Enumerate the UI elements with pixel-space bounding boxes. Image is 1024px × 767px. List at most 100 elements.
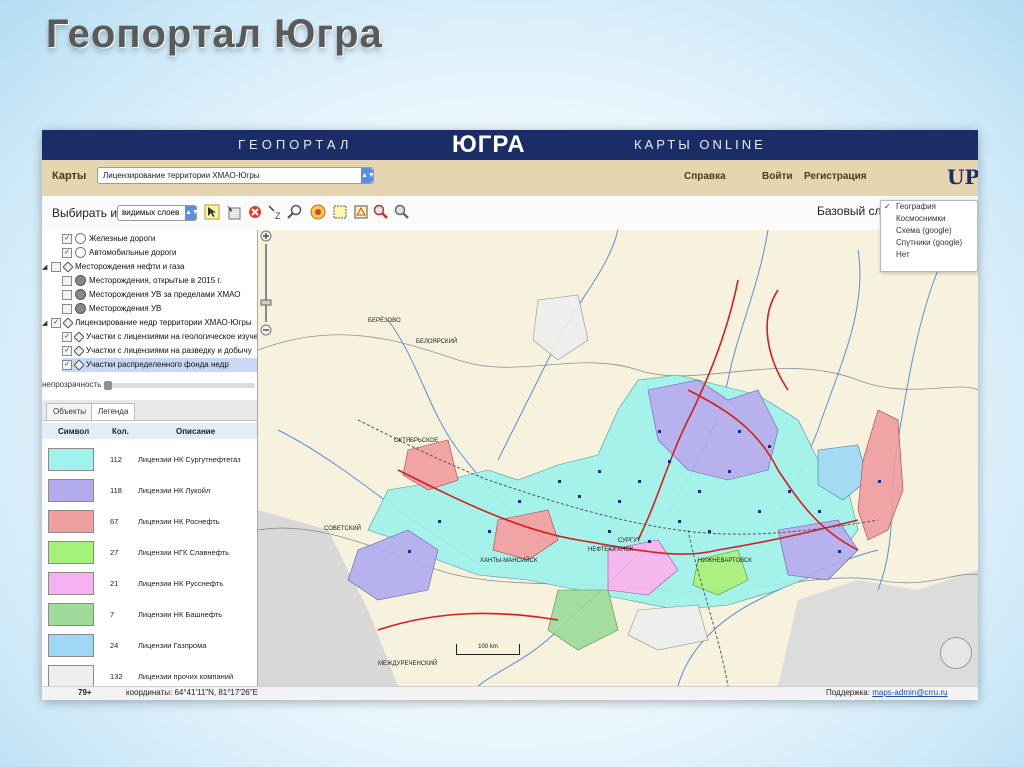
- toolbar: Выбирать из видимых слоев ▲▼ Z Базовый с…: [42, 196, 978, 231]
- expand-icon[interactable]: ◢: [42, 317, 51, 331]
- maps-label: Карты: [52, 170, 87, 182]
- legend-swatch: [48, 665, 94, 686]
- layer-distributed-fund[interactable]: ✓ Участки распределенного фонда недр: [62, 358, 257, 372]
- license-icon: [73, 331, 85, 343]
- zoom-in-magnifier-icon[interactable]: [287, 204, 303, 220]
- register-link[interactable]: Регистрация: [804, 171, 867, 182]
- layer-group-licensing[interactable]: ◢ ✓ Лицензирование недр территории ХМАО-Юг…: [42, 316, 252, 330]
- field-icon: [75, 275, 86, 287]
- legend-count: 67: [110, 517, 119, 526]
- brand-logo: UPH: [947, 165, 978, 189]
- city-label: НЕФТЕЮГАНСК: [588, 547, 634, 553]
- legend-header: Символ Кол. Описание: [42, 423, 257, 439]
- railway-icon: [75, 233, 86, 245]
- banner: ГЕОПОРТАЛ ЮГРА КАРТЫ ONLINE: [42, 130, 978, 160]
- base-layer-option-google-satellite[interactable]: Спутники (google): [881, 237, 977, 249]
- folder-icon: [62, 261, 74, 273]
- select-arrow-icon: ▲▼: [185, 206, 199, 220]
- rect-select-icon[interactable]: [332, 204, 348, 220]
- layer-railways[interactable]: ✓ Железные дороги: [62, 232, 155, 246]
- login-link[interactable]: Войти: [762, 171, 793, 182]
- layer-geo-study-licenses[interactable]: ✓ Участки с лицензиями на геологическое и…: [62, 330, 257, 344]
- base-layer-option-geography[interactable]: ✓ География: [881, 201, 977, 213]
- support-info: Поддержка: maps-admin@crru.ru: [826, 688, 947, 697]
- legend-row: 24 Лицензии Газпрома: [42, 628, 257, 659]
- checkbox[interactable]: [62, 289, 72, 300]
- measure-tool-icon[interactable]: [394, 204, 410, 220]
- layer-roads[interactable]: ✓ Автомобильные дороги: [62, 246, 177, 260]
- checkbox[interactable]: ✓: [62, 345, 72, 356]
- map-canvas[interactable]: БЕРЁЗОВО БЕЛОЯРСКИЙ ОКТЯБРЬСКОЕ СОВЕТСКИ…: [258, 230, 978, 686]
- field-icon: [75, 289, 86, 301]
- target-tool-icon[interactable]: [310, 204, 326, 220]
- choose-from-label: Выбирать из: [52, 206, 123, 220]
- zoom-thumb[interactable]: [260, 299, 272, 306]
- checkbox[interactable]: [51, 261, 61, 272]
- base-layer-option-satellite[interactable]: Космоснимки: [881, 213, 977, 225]
- checkbox[interactable]: ✓: [62, 233, 72, 244]
- zoom-level: 79+: [78, 688, 92, 697]
- status-bar: 79+ координаты: 64°41'11"N, 81°17'26"E П…: [42, 686, 978, 700]
- legend-row: 7 Лицензии НК Башнефть: [42, 597, 257, 628]
- legend-col-count: Кол.: [112, 427, 129, 436]
- city-label: ХАНТЫ-МАНСИЙСК: [480, 556, 538, 564]
- license-icon: [73, 345, 85, 357]
- search-icon[interactable]: [373, 204, 389, 220]
- layer-group-oil-gas-fields[interactable]: ◢ Месторождения нефти и газа: [42, 260, 184, 274]
- menubar: Карты Лицензирование территории ХМАО-Югр…: [42, 160, 978, 197]
- base-layer-option-google-scheme[interactable]: Схема (google): [881, 225, 977, 237]
- city-label: МЕЖДУРЕЧЕНСКИЙ: [378, 659, 437, 667]
- opacity-track[interactable]: [110, 383, 255, 388]
- geoportal-window: ГЕОПОРТАЛ ЮГРА КАРТЫ ONLINE Карты Лиценз…: [42, 130, 978, 700]
- legend-count: 132: [110, 672, 123, 681]
- layer-scope-select[interactable]: видимых слоев ▲▼: [117, 205, 199, 221]
- select-tool-icon[interactable]: [204, 204, 220, 220]
- check-icon: ✓: [884, 202, 891, 211]
- slide-title: Геопортал Югра: [46, 12, 383, 56]
- legend-description: Лицензии прочих компаний: [138, 672, 234, 681]
- polygon-select-icon[interactable]: [353, 204, 369, 220]
- base-layer-dropdown: ✓ География Космоснимки Схема (google) Сп…: [880, 200, 978, 272]
- legend-description: Лицензии Газпрома: [138, 641, 207, 650]
- tab-legend[interactable]: Легенда: [91, 403, 136, 420]
- legend-count: 21: [110, 579, 119, 588]
- layer-fields-outside[interactable]: Месторождения УВ за пределами ХМАО: [62, 288, 241, 302]
- zoom-box-icon[interactable]: Z: [267, 204, 283, 220]
- opacity-thumb[interactable]: [104, 381, 112, 390]
- expand-icon[interactable]: ◢: [42, 261, 51, 275]
- legend-count: 24: [110, 641, 119, 650]
- legend-description: Лицензии НК Роснефть: [138, 517, 220, 526]
- base-layer-option-none[interactable]: Нет: [881, 249, 977, 261]
- checkbox[interactable]: ✓: [62, 331, 72, 342]
- checkbox[interactable]: ✓: [62, 359, 72, 370]
- legend-swatch: [48, 541, 94, 564]
- checkbox[interactable]: ✓: [62, 247, 72, 258]
- city-label: СУРГУТ: [618, 538, 641, 544]
- road-icon: [75, 247, 86, 259]
- layer-fields-2015[interactable]: Месторождения, открытые в 2015 г.: [62, 274, 222, 288]
- clear-selection-icon[interactable]: [247, 204, 263, 220]
- opacity-slider[interactable]: непрозрачность: [42, 380, 257, 391]
- legend-description: Лицензии НК Сургутнефтегаз: [138, 455, 241, 464]
- layer-exploration-licenses[interactable]: ✓ Участки с лицензиями на разведку и добы…: [62, 344, 252, 358]
- legend-description: Лицензии НГК Славнефть: [138, 548, 230, 557]
- banner-geoportal: ГЕОПОРТАЛ: [238, 137, 353, 152]
- help-link[interactable]: Справка: [684, 171, 726, 182]
- checkbox[interactable]: [62, 275, 72, 286]
- legend-swatch: [48, 572, 94, 595]
- tab-objects[interactable]: Объекты: [46, 403, 93, 420]
- legend-description: Лицензии НК Лукойл: [138, 486, 211, 495]
- checkbox[interactable]: [62, 303, 72, 314]
- zoom-control[interactable]: [258, 230, 274, 340]
- layer-fields-uv[interactable]: Месторождения УВ: [62, 302, 161, 316]
- legend-count: 112: [110, 455, 122, 464]
- info-tool-icon[interactable]: [226, 204, 242, 220]
- map-select[interactable]: Лицензирование территории ХМАО-Югры ▲▼: [97, 167, 375, 184]
- legend-count: 118: [110, 486, 122, 495]
- support-email-link[interactable]: maps-admin@crru.ru: [872, 688, 947, 697]
- city-label: ОКТЯБРЬСКОЕ: [394, 438, 438, 444]
- pan-control[interactable]: [940, 637, 972, 669]
- legend-row: 21 Лицензии НК Русснефть: [42, 566, 257, 597]
- city-label: НИЖНЕВАРТОВСК: [698, 558, 752, 564]
- checkbox[interactable]: ✓: [51, 317, 61, 328]
